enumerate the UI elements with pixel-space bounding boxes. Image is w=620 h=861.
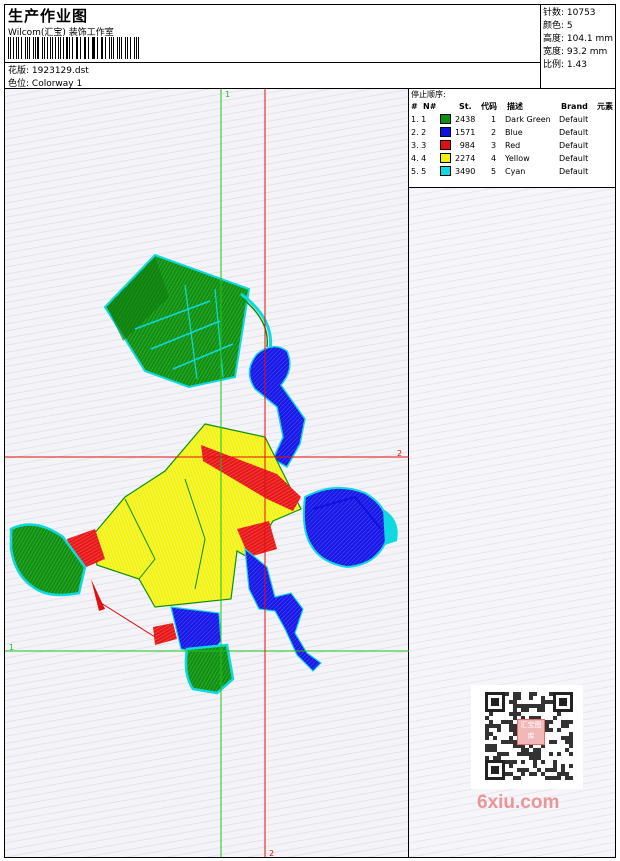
guide-label-green-vertical: 1 bbox=[225, 90, 231, 99]
header-index: # bbox=[411, 102, 418, 111]
stitch-count: 针数: 10753 bbox=[543, 8, 596, 18]
barcode bbox=[8, 37, 142, 59]
color-swatch bbox=[440, 153, 451, 163]
stop-sequence-row[interactable]: 5. 5 3490 5 Cyan Default bbox=[409, 166, 615, 179]
design-canvas[interactable]: 1 1 2 2 bbox=[5, 89, 409, 858]
guide-label-red-vertical: 2 bbox=[269, 849, 275, 858]
color-swatch bbox=[440, 140, 451, 150]
embroidery-preview bbox=[5, 89, 409, 857]
color-count: 颜色: 5 bbox=[543, 21, 573, 31]
stop-sequence-row[interactable]: 2. 2 1571 2 Blue Default bbox=[409, 127, 615, 140]
header-element: 元素 bbox=[597, 102, 613, 111]
watermark-seal: 汇宝图库 bbox=[517, 719, 545, 745]
pattern-value: 1923129.dst bbox=[31, 66, 89, 76]
row-code: 1 bbox=[491, 115, 497, 124]
design-scale: 比例: 1.43 bbox=[543, 60, 587, 70]
head-shape bbox=[302, 486, 398, 569]
stop-sequence-table: 停止顺序: # N# St. 代码 描述 Brand 元素 1. 1 2438 1 D… bbox=[409, 89, 615, 188]
row-index: 1. 1 bbox=[411, 115, 427, 124]
design-height: 高度: 104.1 mm bbox=[543, 34, 614, 44]
row-index: 4. 4 bbox=[411, 154, 427, 163]
row-description: Blue bbox=[505, 128, 523, 137]
row-index: 2. 2 bbox=[411, 128, 427, 137]
row-stitches: 984 bbox=[459, 141, 475, 150]
pattern-info: 花版: 1923129.dst bbox=[8, 63, 89, 76]
row-stitches: 3490 bbox=[455, 167, 476, 176]
color-swatch bbox=[440, 114, 451, 124]
header-brand: Brand bbox=[561, 102, 588, 111]
sheet-header: 生产作业图 Wilcom(汇宝) 装饰工作室 花版: 1923129.dst 色… bbox=[5, 5, 541, 89]
row-stitches: 2274 bbox=[455, 154, 476, 163]
row-description: Dark Green bbox=[505, 115, 551, 124]
row-stitches: 2438 bbox=[455, 115, 476, 124]
guide-label-green-horizontal: 1 bbox=[9, 643, 15, 652]
row-description: Cyan bbox=[505, 167, 526, 176]
design-width: 宽度: 93.2 mm bbox=[543, 47, 608, 57]
stop-sequence-row[interactable]: 1. 1 2438 1 Dark Green Default bbox=[409, 114, 615, 127]
sheet-title: 生产作业图 bbox=[8, 7, 89, 25]
stop-sequence-header: # N# St. 代码 描述 Brand 元素 bbox=[409, 101, 615, 113]
header-stitches: St. bbox=[459, 102, 472, 111]
colorway-value: Colorway 1 bbox=[31, 79, 83, 89]
row-brand: Default bbox=[559, 154, 589, 163]
color-swatch bbox=[440, 166, 451, 176]
pattern-label: 花版: bbox=[8, 66, 30, 76]
stop-sequence-title: 停止顺序: bbox=[411, 90, 446, 99]
lower-arm-shape bbox=[244, 547, 322, 672]
row-code: 2 bbox=[491, 128, 497, 137]
row-stitches: 1571 bbox=[455, 128, 476, 137]
colorway-info: 色位: Colorway 1 bbox=[8, 76, 82, 89]
watermark-text: 6xiu.com bbox=[477, 792, 560, 813]
header-needle: N# bbox=[423, 102, 437, 111]
guide-label-red-horizontal: 2 bbox=[397, 449, 403, 458]
bucket-shape bbox=[103, 253, 273, 389]
colorway-label: 色位: bbox=[8, 79, 30, 89]
row-brand: Default bbox=[559, 167, 589, 176]
row-description: Red bbox=[505, 141, 521, 150]
design-stats: 针数: 10753 颜色: 5 高度: 104.1 mm 宽度: 93.2 mm… bbox=[541, 5, 615, 89]
row-code: 5 bbox=[491, 167, 497, 176]
row-brand: Default bbox=[559, 128, 589, 137]
header-code: 代码 bbox=[481, 102, 497, 111]
stop-sequence-row[interactable]: 4. 4 2274 4 Yellow Default bbox=[409, 153, 615, 166]
stop-sequence-row[interactable]: 3. 3 984 3 Red Default bbox=[409, 140, 615, 153]
row-index: 5. 5 bbox=[411, 167, 427, 176]
row-brand: Default bbox=[559, 115, 589, 124]
qr-code: 汇宝图库 bbox=[471, 685, 583, 789]
color-swatch bbox=[440, 127, 451, 137]
row-code: 3 bbox=[491, 141, 497, 150]
header-description: 描述 bbox=[507, 102, 523, 111]
row-code: 4 bbox=[491, 154, 497, 163]
production-sheet: 生产作业图 Wilcom(汇宝) 装饰工作室 花版: 1923129.dst 色… bbox=[4, 4, 616, 858]
row-description: Yellow bbox=[505, 154, 530, 163]
row-index: 3. 3 bbox=[411, 141, 427, 150]
row-brand: Default bbox=[559, 141, 589, 150]
